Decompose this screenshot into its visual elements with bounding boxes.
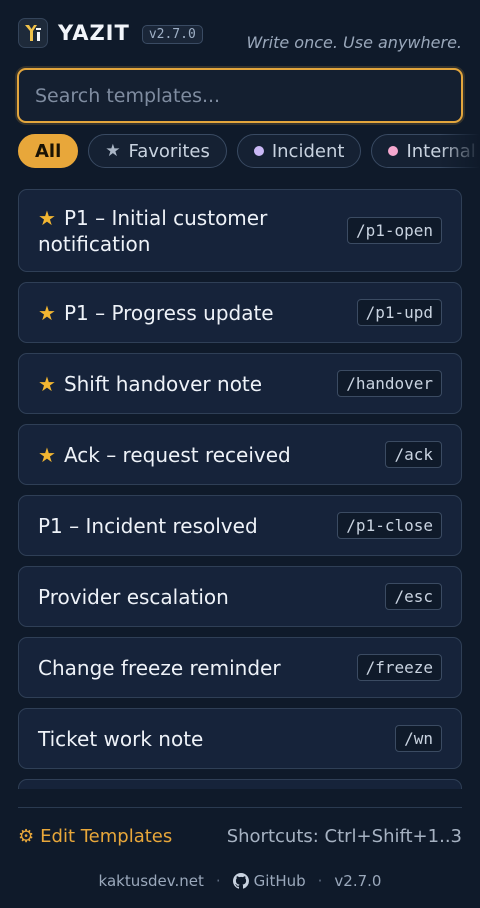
- github-label: GitHub: [253, 872, 306, 890]
- template-shortcut: /esc: [385, 583, 442, 610]
- footer-version: v2.7.0: [334, 872, 382, 890]
- incident-dot-icon: [253, 146, 264, 156]
- template-shortcut: /wn: [395, 725, 442, 752]
- filter-favorites[interactable]: ★ Favorites: [88, 134, 227, 168]
- template-list[interactable]: ★ P1 – Initial customer notification /p1-…: [18, 189, 462, 789]
- star-icon: ★: [105, 141, 121, 161]
- template-shortcut: /ack: [385, 441, 442, 468]
- shortcuts-hint: Shortcuts: Ctrl+Shift+1..3: [226, 825, 462, 847]
- favorite-star-icon: ★: [38, 205, 56, 230]
- favorite-star-icon: ★: [38, 300, 56, 325]
- github-icon: [232, 873, 249, 889]
- template-shortcut: /freeze: [356, 654, 442, 681]
- filter-chips: All ★ Favorites Incident Internal: [18, 134, 480, 168]
- template-title: P1 – Incident resolved: [38, 513, 258, 538]
- filter-fade-overlay: [440, 134, 480, 168]
- template-shortcut: /p1-close: [337, 512, 442, 539]
- filter-incident[interactable]: Incident: [236, 134, 362, 168]
- template-item-partial[interactable]: [18, 779, 462, 789]
- favorite-star-icon: ★: [38, 371, 56, 396]
- template-shortcut: /p1-open: [346, 217, 442, 244]
- template-title-text: P1 – Progress update: [63, 300, 274, 325]
- template-title-text: Ack – request received: [63, 442, 291, 467]
- gear-icon: ⚙: [18, 825, 35, 847]
- app-logo: [18, 18, 48, 48]
- filter-incident-label: Incident: [271, 140, 345, 162]
- favorite-star-icon: ★: [38, 442, 56, 467]
- template-title: Ticket work note: [38, 726, 204, 751]
- filter-all[interactable]: All: [18, 134, 79, 168]
- search-input[interactable]: [19, 70, 461, 121]
- template-title: ★ P1 – Progress update: [38, 300, 274, 326]
- github-link[interactable]: GitHub: [232, 872, 306, 890]
- separator: ·: [317, 872, 323, 890]
- template-item[interactable]: ★ Shift handover note /handover: [18, 353, 462, 414]
- template-shortcut: /handover: [337, 370, 442, 397]
- template-item[interactable]: P1 – Incident resolved /p1-close: [18, 495, 462, 556]
- footer-bar: ⚙ Edit Templates Shortcuts: Ctrl+Shift+1…: [18, 824, 462, 848]
- footer-divider: [18, 807, 462, 808]
- template-title: Change freeze reminder: [38, 655, 281, 680]
- template-title-text: P1 – Initial customer notification: [38, 205, 268, 256]
- template-shortcut: /p1-upd: [356, 299, 442, 326]
- template-item[interactable]: Provider escalation /esc: [18, 566, 462, 627]
- site-link[interactable]: kaktusdev.net: [99, 872, 204, 890]
- template-item[interactable]: ★ P1 – Initial customer notification /p1-…: [18, 189, 462, 272]
- template-title: Provider escalation: [38, 584, 229, 609]
- template-title: ★ P1 – Initial customer notification: [38, 205, 338, 257]
- template-item[interactable]: ★ Ack – request received /ack: [18, 424, 462, 485]
- version-badge: v2.7.0: [141, 24, 203, 44]
- template-item[interactable]: Ticket work note /wn: [18, 708, 462, 769]
- tagline: Write once. Use anywhere.: [246, 33, 462, 52]
- edit-templates-label: Edit Templates: [40, 825, 173, 847]
- app-title: YAZIT: [58, 21, 130, 45]
- filter-favorites-label: Favorites: [128, 140, 210, 162]
- filter-all-label: All: [35, 140, 62, 162]
- edit-templates-button[interactable]: ⚙ Edit Templates: [18, 826, 172, 847]
- search-box: [17, 68, 463, 123]
- template-item[interactable]: ★ P1 – Progress update /p1-upd: [18, 282, 462, 343]
- separator: ·: [215, 872, 221, 890]
- template-title: ★ Shift handover note: [38, 371, 262, 397]
- internal-dot-icon: [388, 146, 399, 156]
- template-title-text: Shift handover note: [63, 371, 263, 396]
- template-item[interactable]: Change freeze reminder /freeze: [18, 637, 462, 698]
- bottom-links: kaktusdev.net · GitHub · v2.7.0: [0, 870, 480, 892]
- template-title: ★ Ack – request received: [38, 442, 291, 468]
